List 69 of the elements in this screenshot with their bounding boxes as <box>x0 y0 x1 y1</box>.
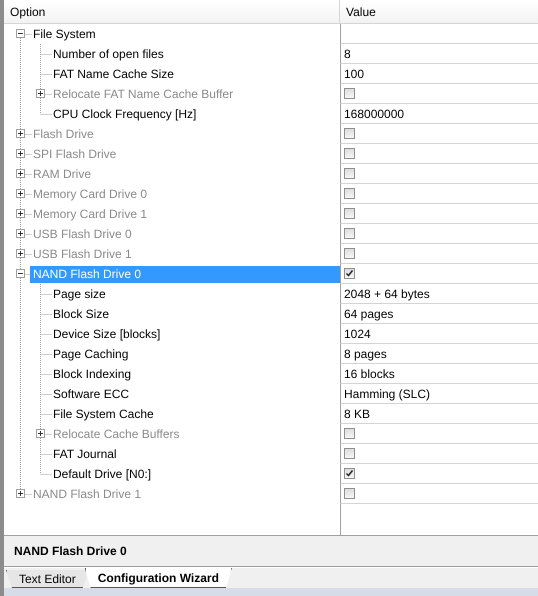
value-field[interactable]: 8 <box>344 46 351 60</box>
checkbox[interactable] <box>344 188 355 199</box>
checkbox[interactable] <box>344 168 355 179</box>
tree-lines-drawing <box>20 164 32 184</box>
checkbox[interactable] <box>344 248 355 259</box>
option-label[interactable]: Device Size [blocks] <box>50 326 164 342</box>
expand-icon[interactable] <box>16 229 25 238</box>
tree-lines-drawing <box>20 144 32 164</box>
tree-lines-drawing <box>20 364 52 384</box>
expand-icon[interactable] <box>16 249 25 258</box>
value-field[interactable]: 16 blocks <box>344 366 395 380</box>
value-field[interactable]: 64 pages <box>344 306 394 320</box>
column-header: Option <box>4 0 340 23</box>
expand-icon[interactable] <box>16 169 25 178</box>
tree-lines-drawing <box>20 84 52 104</box>
tree-lines-drawing <box>20 244 32 264</box>
tab[interactable]: Text Editor <box>6 570 89 588</box>
expand-icon[interactable] <box>36 429 45 438</box>
tree-lines-drawing <box>20 64 52 84</box>
option-label[interactable]: Default Drive [N0:] <box>50 466 154 482</box>
expand-icon[interactable] <box>16 129 25 138</box>
tree-lines-drawing <box>20 384 52 404</box>
column-header: Value <box>345 4 376 20</box>
option-label[interactable]: Block Indexing <box>50 366 134 382</box>
tree-lines-drawing <box>20 444 52 464</box>
expand-icon[interactable] <box>16 489 25 498</box>
value-field[interactable]: 100 <box>344 66 364 80</box>
option-label[interactable]: File System Cache <box>50 406 157 422</box>
tab[interactable]: Configuration Wizard <box>84 568 232 588</box>
value-field[interactable]: 168000000 <box>344 106 404 120</box>
value-field[interactable]: 8 KB <box>344 406 370 420</box>
tree-lines-drawing <box>20 344 52 364</box>
checkbox[interactable] <box>344 208 355 219</box>
checkbox[interactable] <box>344 488 355 499</box>
expand-icon[interactable] <box>36 89 45 98</box>
checkbox[interactable] <box>344 148 355 159</box>
option-label[interactable]: FAT Name Cache Size <box>50 66 177 82</box>
option-label[interactable]: FAT Journal <box>50 446 120 462</box>
option-label[interactable]: Software ECC <box>50 386 132 402</box>
checkbox[interactable] <box>344 468 355 479</box>
status-text: NAND Flash Drive 0 <box>14 544 127 558</box>
value-field[interactable]: 8 pages <box>344 346 387 360</box>
collapse-icon[interactable] <box>16 29 25 38</box>
tree-lines-drawing <box>20 224 32 244</box>
expand-icon[interactable] <box>16 149 25 158</box>
option-label[interactable]: Block Size <box>50 306 112 322</box>
checkbox[interactable] <box>344 448 355 459</box>
option-label[interactable]: File System <box>30 26 99 42</box>
tree-lines-drawing <box>20 324 52 344</box>
checkbox[interactable] <box>344 428 355 439</box>
collapse-icon[interactable] <box>16 269 25 278</box>
tree-lines-drawing <box>20 304 52 324</box>
option-label[interactable]: CPU Clock Frequency [Hz] <box>50 106 200 122</box>
tree-lines-drawing <box>20 424 52 444</box>
option-label[interactable]: Page size <box>50 286 109 302</box>
checkbox[interactable] <box>344 128 355 139</box>
checkbox[interactable] <box>344 228 355 239</box>
tree-lines-drawing <box>20 204 32 224</box>
option-label[interactable]: Number of open files <box>50 46 167 62</box>
option-label[interactable]: Page Caching <box>50 346 132 362</box>
value-field[interactable]: Hamming (SLC) <box>344 386 430 400</box>
checkbox[interactable] <box>344 88 355 99</box>
tree-lines-drawing <box>20 184 32 204</box>
expand-icon[interactable] <box>16 209 25 218</box>
tree-lines-drawing <box>20 404 52 424</box>
expand-icon[interactable] <box>16 189 25 198</box>
value-field[interactable]: 2048 + 64 bytes <box>344 286 430 300</box>
value-field[interactable]: 1024 <box>344 326 371 340</box>
checkbox[interactable] <box>344 268 355 279</box>
